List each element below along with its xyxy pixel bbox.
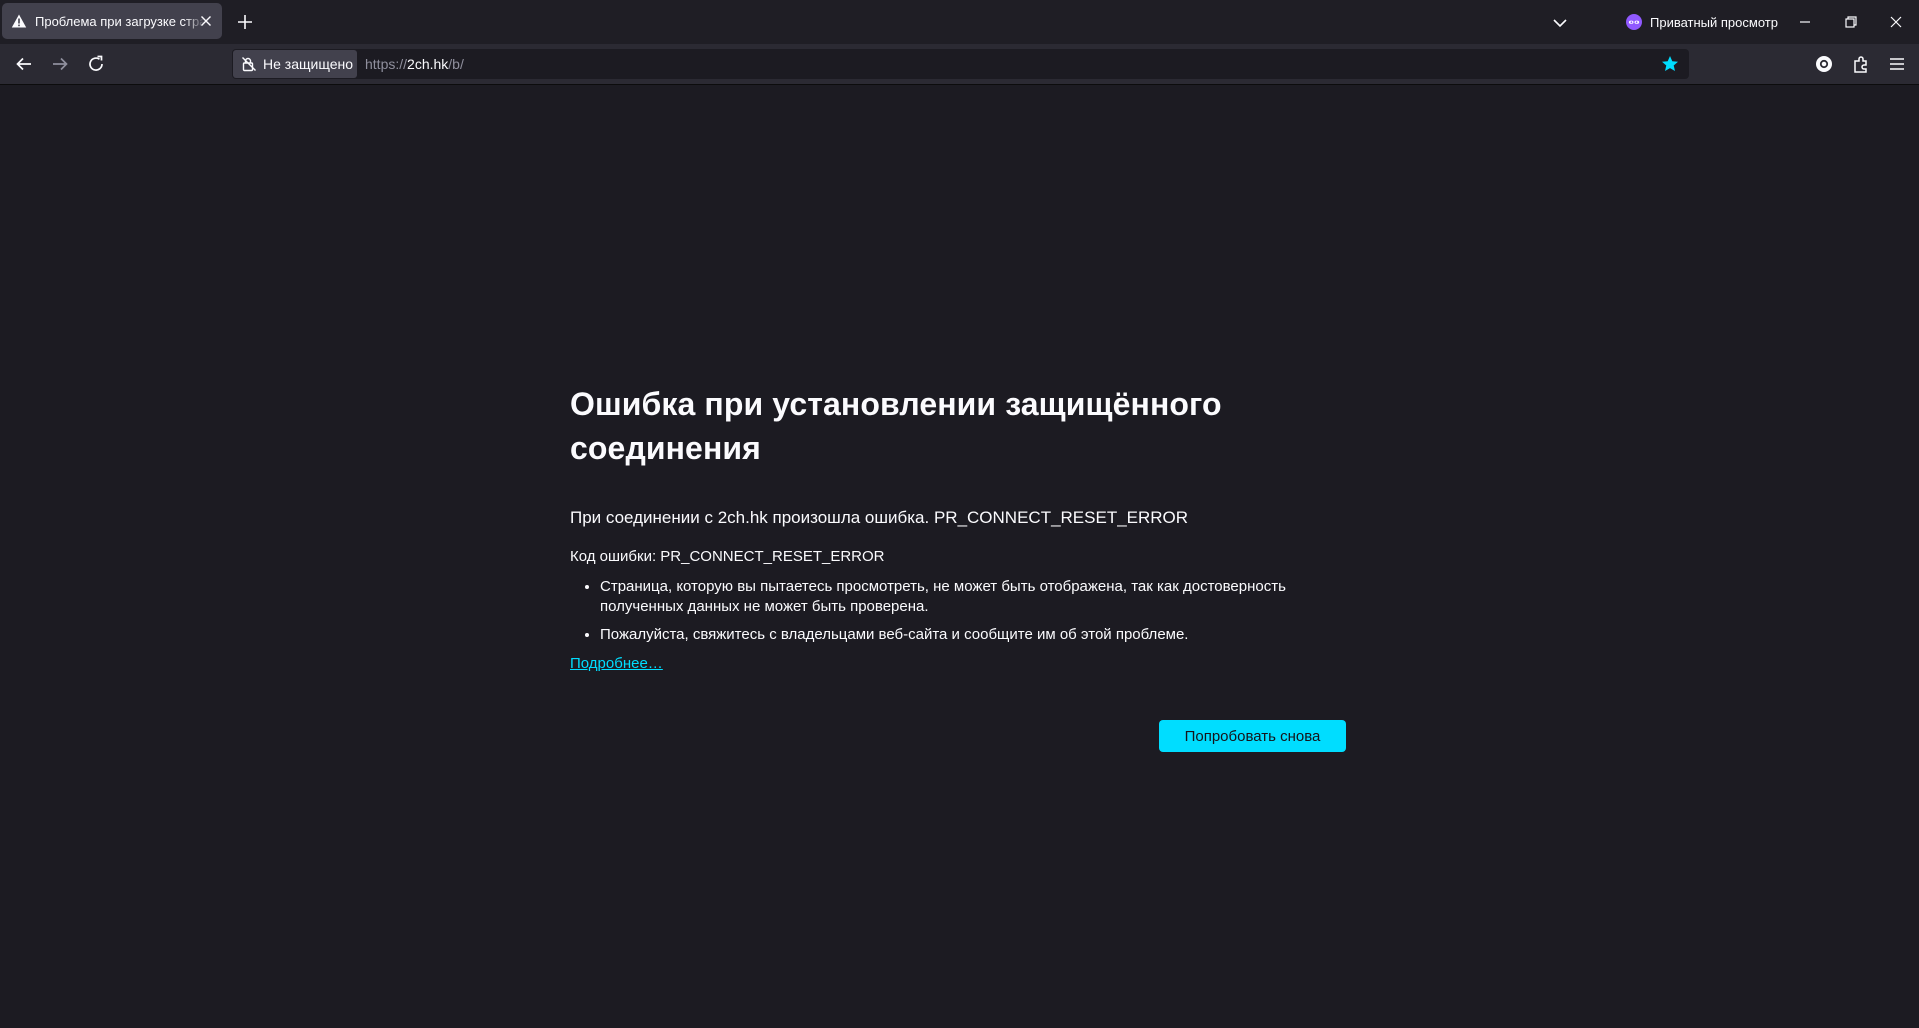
back-arrow-icon[interactable]: [12, 52, 36, 76]
error-intro-text: При соединении с 2ch.hk произошла ошибка…: [570, 508, 1189, 527]
close-tab-icon[interactable]: [198, 13, 214, 29]
insecure-lock-icon: [242, 57, 256, 72]
close-window-icon[interactable]: [1886, 12, 1906, 32]
reload-icon[interactable]: [84, 52, 108, 76]
chevron-down-icon[interactable]: [1551, 14, 1569, 32]
restore-icon[interactable]: [1841, 12, 1861, 32]
private-browsing-label: Приватный просмотр: [1650, 14, 1778, 30]
url-path: /b/: [448, 56, 464, 72]
learn-more-link[interactable]: Подробнее…: [570, 655, 663, 672]
warning-icon: [11, 14, 27, 28]
url-prefix: https://: [365, 56, 408, 72]
private-mask-icon: [1626, 14, 1642, 30]
url-text[interactable]: https://2ch.hk/b/: [365, 56, 464, 72]
new-tab-icon[interactable]: [235, 12, 255, 32]
error-code-text: Код ошибки: PR_CONNECT_RESET_ERROR: [570, 548, 885, 565]
forward-arrow-icon[interactable]: [48, 52, 72, 76]
extensions-icon[interactable]: [1850, 53, 1872, 75]
connection-status-label: Не защищено: [263, 56, 353, 72]
account-icon[interactable]: [1813, 53, 1835, 75]
private-browsing-indicator: Приватный просмотр: [1626, 10, 1778, 34]
error-page-container: Ошибка при установлении защищённого соед…: [570, 382, 1346, 673]
tab-strip: Проблема при загрузке страницы Приватный…: [0, 0, 1919, 44]
page-title: Ошибка при установлении защищённого соед…: [570, 386, 1222, 466]
try-again-button[interactable]: Попробовать снова: [1159, 720, 1346, 752]
address-bar[interactable]: Не защищено https://2ch.hk/b/: [232, 49, 1689, 79]
url-host: 2ch.hk: [407, 56, 449, 72]
navigation-toolbar: Не защищено https://2ch.hk/b/: [0, 44, 1919, 85]
connection-not-secure-badge[interactable]: Не защищено: [233, 50, 357, 78]
menu-hamburger-icon[interactable]: [1886, 53, 1908, 75]
bookmark-star-icon[interactable]: [1661, 55, 1679, 73]
list-item: Пожалуйста, свяжитесь с владельцами веб-…: [600, 625, 1346, 645]
tab-title: Проблема при загрузке страницы: [35, 13, 205, 29]
error-details-list: Страница, которую вы пытаетесь просмотре…: [570, 577, 1346, 645]
tab-active[interactable]: Проблема при загрузке страницы: [2, 3, 222, 39]
list-item: Страница, которую вы пытаетесь просмотре…: [600, 577, 1346, 617]
minimize-icon[interactable]: [1795, 12, 1815, 32]
